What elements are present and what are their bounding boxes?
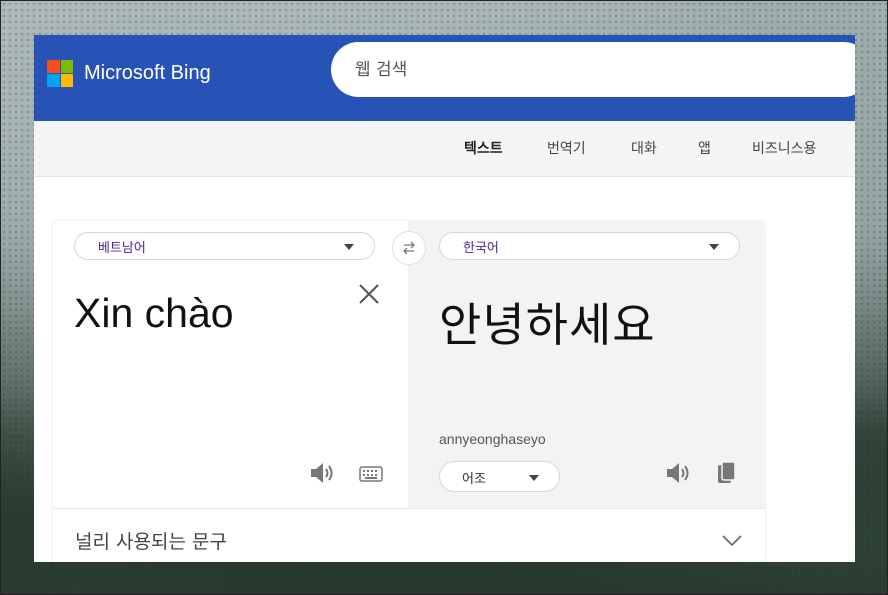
copy-icon[interactable] <box>717 461 737 485</box>
source-speaker-icon[interactable] <box>310 462 334 484</box>
brand-name[interactable]: Microsoft Bing <box>84 60 211 86</box>
caret-down-icon <box>709 244 719 250</box>
caret-down-icon <box>344 244 354 250</box>
sub-navigation: 텍스트 번역기 대화 앱 비즈니스용 <box>34 121 855 177</box>
clear-text-button[interactable] <box>358 283 380 305</box>
tone-select[interactable]: 어조 <box>439 461 560 492</box>
swap-languages-button[interactable] <box>392 231 426 265</box>
nav-item-apps[interactable]: 앱 <box>698 138 711 158</box>
close-icon <box>359 284 379 304</box>
keyboard-icon[interactable] <box>359 466 383 482</box>
translator-page: Microsoft Bing 텍스트 번역기 대화 앱 비즈니스용 베트남어 <box>34 35 855 562</box>
tone-label: 어조 <box>462 472 486 487</box>
microsoft-logo-icon[interactable] <box>47 60 73 87</box>
target-language-label: 한국어 <box>463 241 499 256</box>
header: Microsoft Bing <box>34 35 855 121</box>
search-input[interactable] <box>353 56 837 84</box>
source-language-label: 베트남어 <box>98 241 146 256</box>
swap-icon <box>403 241 415 255</box>
transliteration: annyeonghaseyo <box>439 431 546 447</box>
nav-item-business[interactable]: 비즈니스용 <box>752 138 816 158</box>
caret-down-icon <box>529 475 539 481</box>
nav-item-conversation[interactable]: 대화 <box>631 138 657 158</box>
chevron-down-icon[interactable] <box>722 535 742 547</box>
target-speaker-icon[interactable] <box>666 462 690 484</box>
screen: Microsoft Bing 텍스트 번역기 대화 앱 비즈니스용 베트남어 <box>0 0 888 595</box>
common-phrases-label[interactable]: 널리 사용되는 문구 <box>75 527 227 554</box>
divider <box>53 508 765 509</box>
target-language-select[interactable]: 한국어 <box>439 232 740 260</box>
translated-text: 안녕하세요 <box>439 298 656 352</box>
source-text[interactable]: Xin chào <box>74 290 234 337</box>
nav-item-text[interactable]: 텍스트 <box>464 138 503 158</box>
nav-item-translator[interactable]: 번역기 <box>547 138 586 158</box>
search-box[interactable] <box>331 42 855 97</box>
source-language-select[interactable]: 베트남어 <box>74 232 375 260</box>
translator-card: 베트남어 한국어 Xin chào 안녕하세요 annyeonghaseyo 어… <box>53 221 765 562</box>
